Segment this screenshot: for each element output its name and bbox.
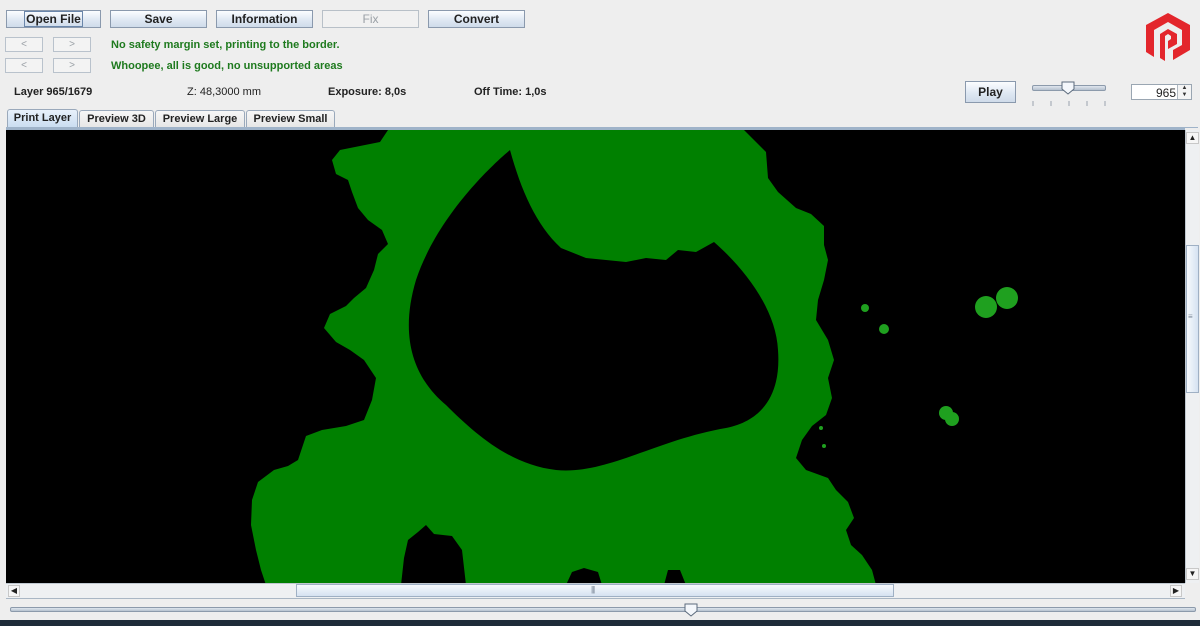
island — [996, 287, 1018, 309]
vertical-scrollbar[interactable]: ▲ ≡ ▼ — [1185, 130, 1199, 583]
next-margin-button[interactable]: > — [53, 37, 91, 52]
next-support-button[interactable]: > — [53, 58, 91, 73]
taskbar — [0, 620, 1200, 626]
z-height: Z: 48,3000 mm — [187, 86, 261, 98]
layer-slider[interactable] — [10, 603, 1196, 619]
arrow-right-icon[interactable]: ▶ — [1170, 585, 1182, 597]
horizontal-scrollbar[interactable]: ◀ ||| ▶ — [6, 583, 1185, 599]
support-message: Whoopee, all is good, no unsupported are… — [111, 60, 343, 72]
arrow-down-icon[interactable]: ▼ — [1186, 568, 1199, 580]
prev-margin-button[interactable]: < — [5, 37, 43, 52]
island — [879, 324, 889, 334]
fix-button[interactable]: Fix — [322, 10, 419, 28]
off-time: Off Time: 1,0s — [474, 86, 547, 98]
speed-slider-thumb[interactable] — [1061, 81, 1075, 95]
vertical-scroll-thumb[interactable]: ≡ — [1186, 245, 1199, 393]
spinner-down-button[interactable]: ▼ — [1177, 92, 1191, 99]
exposure-time: Exposure: 8,0s — [328, 86, 407, 98]
arrow-left-icon[interactable]: ◀ — [8, 585, 20, 597]
prev-support-button[interactable]: < — [5, 58, 43, 73]
layer-slider-track — [10, 607, 1196, 612]
layer-spinner-value[interactable]: 965 — [1156, 86, 1176, 100]
layer-spinner[interactable]: 965 ▲ ▼ — [1131, 84, 1192, 100]
layer-image — [251, 130, 1018, 585]
speed-slider[interactable] — [1030, 80, 1110, 106]
tab-preview-3d[interactable]: Preview 3D — [79, 110, 154, 128]
layer-counter: Layer 965/1679 — [14, 86, 93, 98]
island — [861, 304, 869, 312]
speed-slider-ticks — [1030, 96, 1110, 106]
save-button[interactable]: Save — [110, 10, 207, 28]
convert-button[interactable]: Convert — [428, 10, 525, 28]
play-button[interactable]: Play — [965, 81, 1016, 103]
open-file-label: Open File — [24, 11, 83, 27]
tab-preview-small[interactable]: Preview Small — [246, 110, 335, 128]
island — [819, 426, 823, 430]
open-file-button[interactable]: Open File — [6, 10, 101, 28]
margin-message: No safety margin set, printing to the bo… — [111, 39, 340, 51]
layer-view[interactable] — [6, 128, 1185, 585]
island — [822, 444, 826, 448]
horizontal-scroll-thumb[interactable]: ||| — [296, 584, 894, 597]
layer-slider-thumb[interactable] — [684, 603, 698, 617]
tab-preview-large[interactable]: Preview Large — [155, 110, 245, 128]
photon-logo-icon — [1143, 12, 1193, 64]
information-button[interactable]: Information — [216, 10, 313, 28]
island — [975, 296, 997, 318]
arrow-up-icon[interactable]: ▲ — [1186, 132, 1199, 144]
tab-print-layer[interactable]: Print Layer — [7, 109, 78, 128]
island — [945, 412, 959, 426]
